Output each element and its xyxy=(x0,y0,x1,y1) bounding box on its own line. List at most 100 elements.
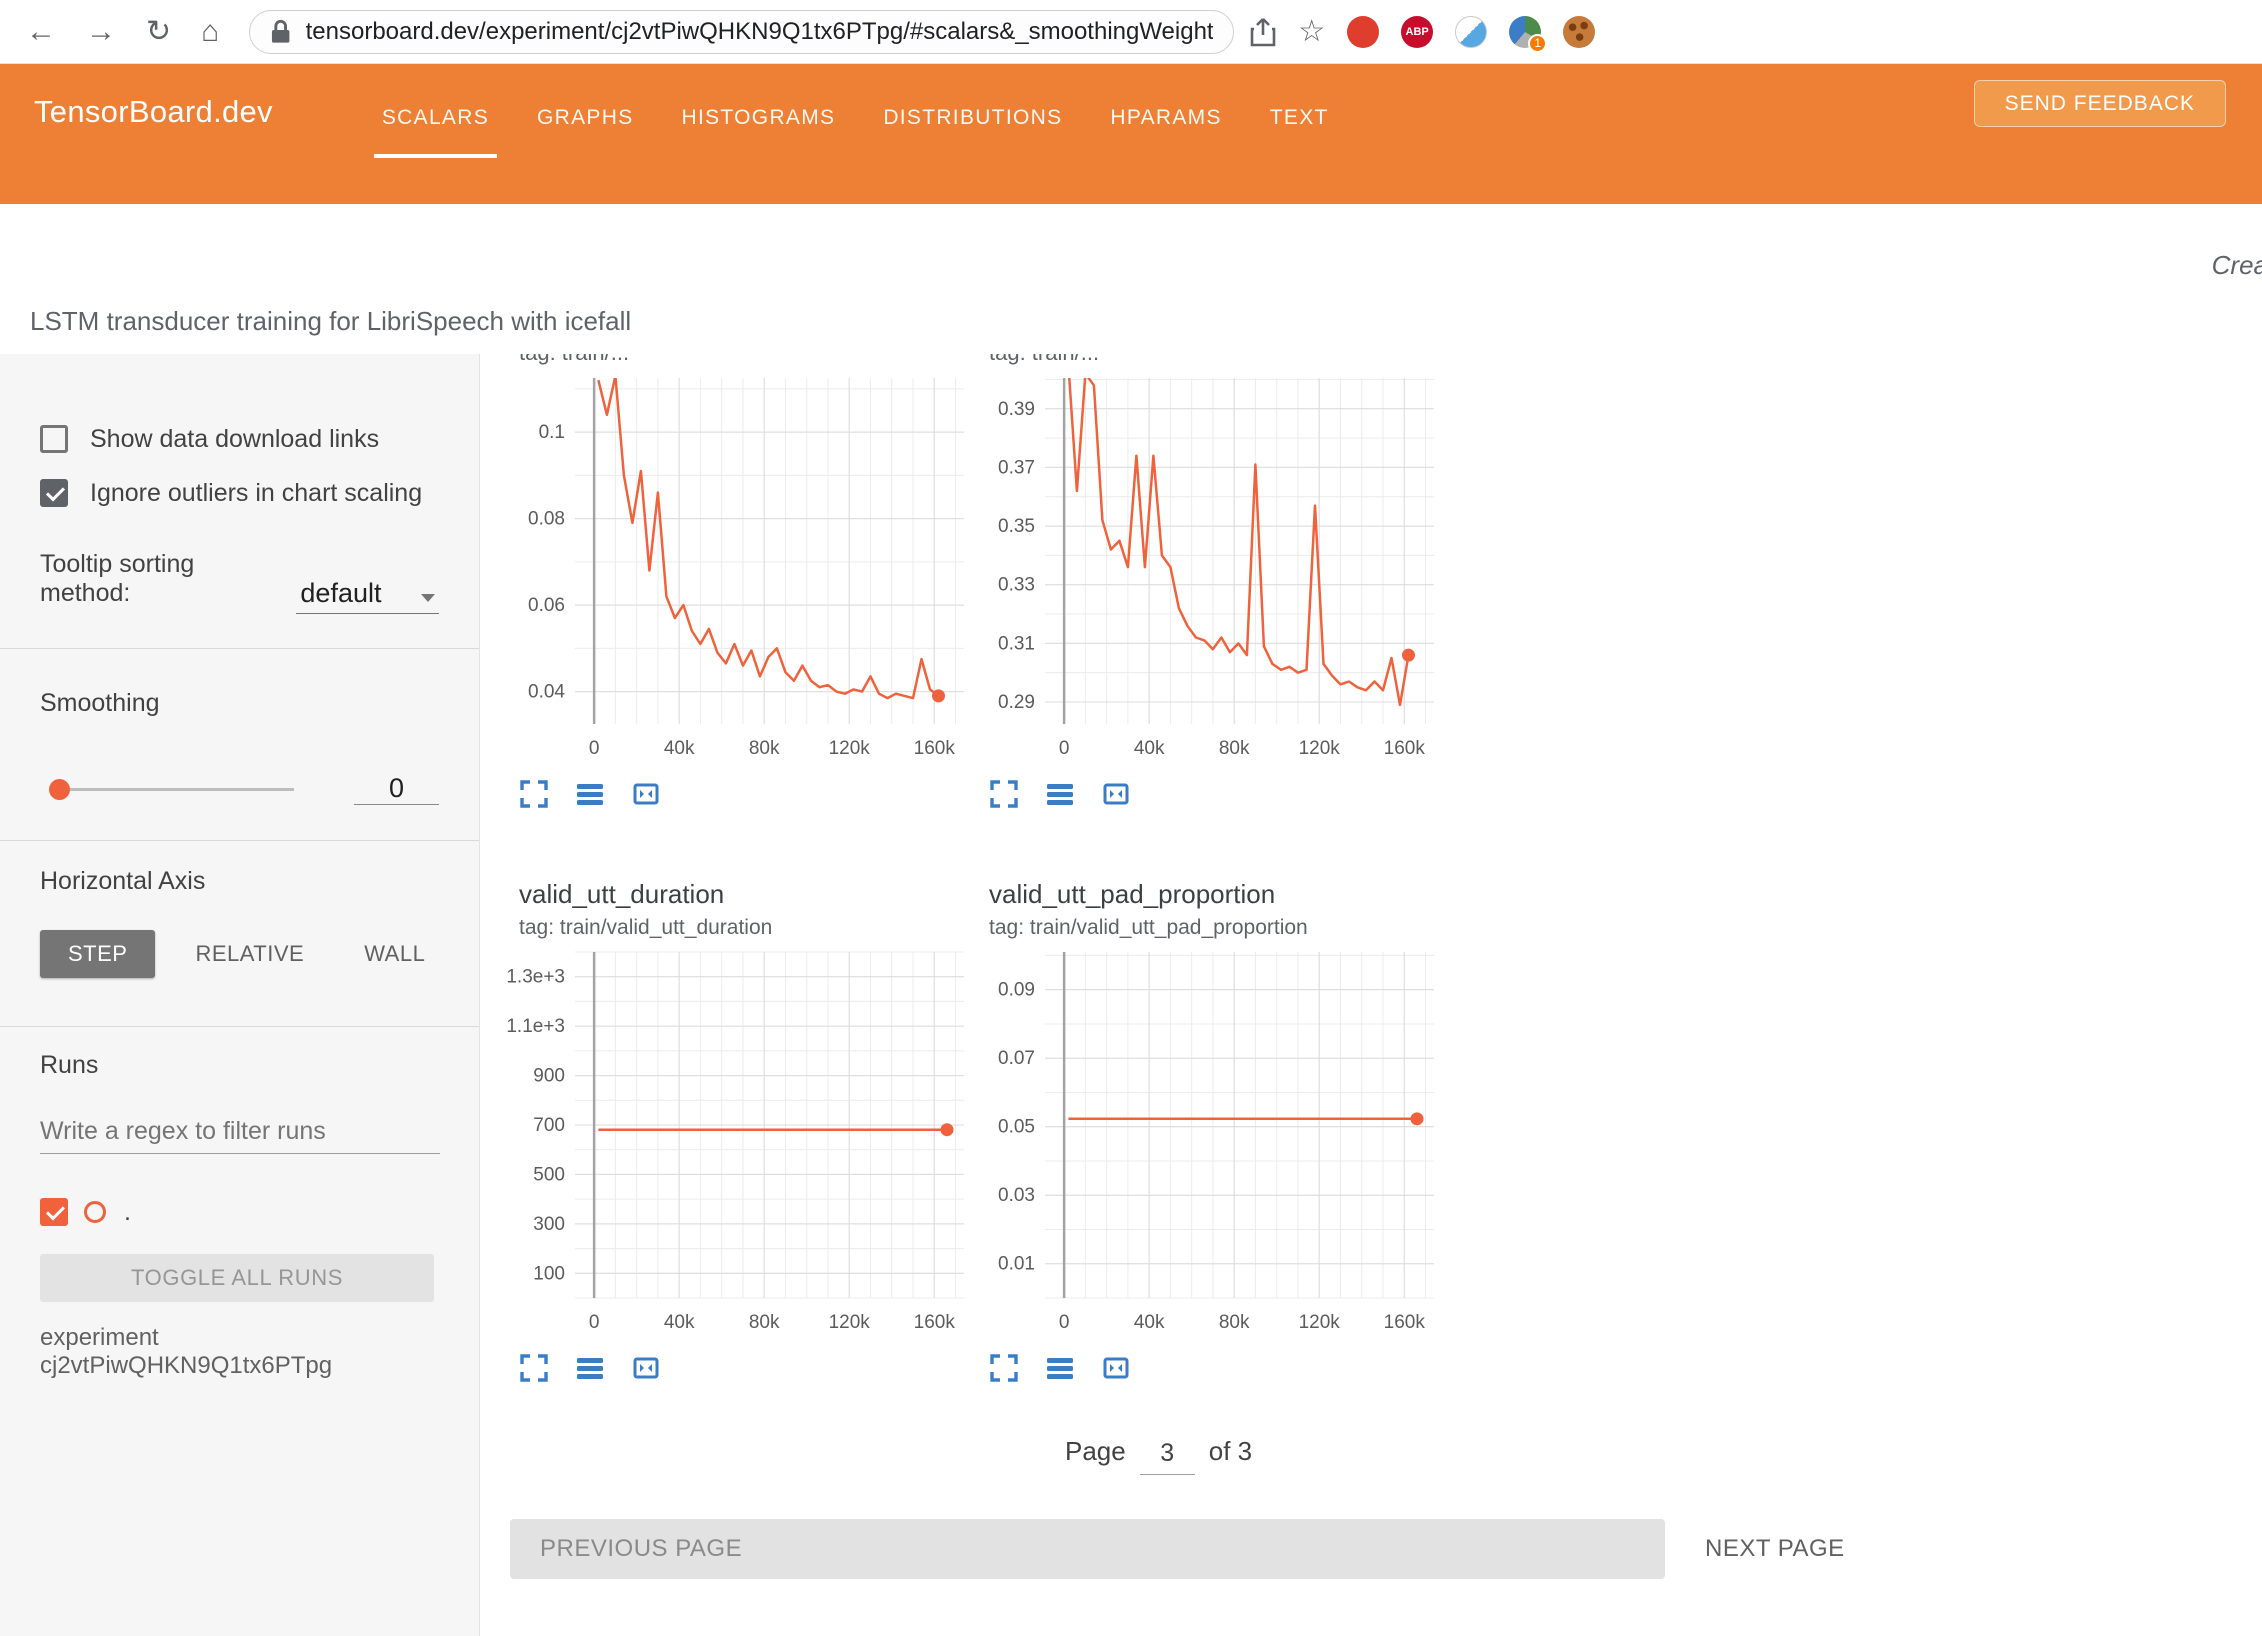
tab-graphs[interactable]: GRAPHS xyxy=(521,76,650,158)
chart-title: valid_utt_pad_proportion xyxy=(975,879,1440,910)
scalar-chart[interactable]: 040k80k120k160k0.040.060.080.1 xyxy=(505,372,970,767)
ignore-outliers-checkbox[interactable] xyxy=(40,479,68,507)
adblock-extension-icon[interactable] xyxy=(1347,16,1379,48)
smoothing-value-input[interactable] xyxy=(354,773,439,805)
pager-buttons: PREVIOUS PAGE NEXT PAGE xyxy=(505,1519,2262,1579)
ignore-outliers-row: Ignore outliers in chart scaling xyxy=(40,478,439,508)
scalar-chart[interactable]: 040k80k120k160k0.010.030.050.070.09 xyxy=(975,946,1440,1341)
svg-text:500: 500 xyxy=(533,1164,565,1185)
svg-text:0.04: 0.04 xyxy=(528,682,565,703)
svg-text:0.37: 0.37 xyxy=(998,457,1035,478)
fit-domain-icon[interactable] xyxy=(1101,779,1131,809)
app-header: TensorBoard.dev SCALARS GRAPHS HISTOGRAM… xyxy=(0,64,2262,204)
axis-relative-button[interactable]: RELATIVE xyxy=(175,941,324,967)
experiment-description: LSTM transducer training for LibriSpeech… xyxy=(30,306,631,337)
svg-text:0.05: 0.05 xyxy=(998,1117,1035,1138)
svg-text:40k: 40k xyxy=(664,738,695,759)
show-download-links-label: Show data download links xyxy=(90,425,379,454)
svg-text:120k: 120k xyxy=(1299,1312,1341,1333)
show-download-links-row: Show data download links xyxy=(40,424,439,454)
previous-page-button[interactable]: PREVIOUS PAGE xyxy=(510,1519,1665,1579)
tab-histograms[interactable]: HISTOGRAMS xyxy=(666,76,852,158)
axis-wall-button[interactable]: WALL xyxy=(344,941,445,967)
charts-grid: tag: train/... 0 40k 80k 120k 160k 0.04 0.06 0.… xyxy=(505,354,2262,1383)
fit-domain-icon[interactable] xyxy=(631,779,661,809)
svg-text:120k: 120k xyxy=(829,1312,871,1333)
runs-selector-icon[interactable] xyxy=(1045,779,1075,809)
svg-text:0: 0 xyxy=(589,738,600,759)
expand-chart-icon[interactable] xyxy=(989,1353,1019,1383)
svg-text:0.06: 0.06 xyxy=(528,595,565,616)
svg-text:0: 0 xyxy=(589,1312,600,1333)
back-icon[interactable]: ← xyxy=(26,17,56,47)
svg-text:0.31: 0.31 xyxy=(998,633,1035,654)
svg-text:0.33: 0.33 xyxy=(998,575,1035,596)
divider xyxy=(0,648,479,649)
browser-chrome: ← → ↻ ⌂ tensorboard.dev/experiment/cj2vt… xyxy=(0,0,2262,64)
chart-toolbar xyxy=(519,1353,970,1383)
svg-text:160k: 160k xyxy=(1384,1312,1426,1333)
profile-avatar[interactable]: 1 xyxy=(1509,16,1541,48)
toggle-all-runs-button[interactable]: TOGGLE ALL RUNS xyxy=(40,1254,434,1302)
svg-text:0.29: 0.29 xyxy=(998,692,1035,713)
share-icon[interactable] xyxy=(1250,17,1276,47)
runs-filter-input[interactable] xyxy=(40,1110,440,1154)
expand-chart-icon[interactable] xyxy=(519,779,549,809)
send-feedback-button[interactable]: SEND FEEDBACK xyxy=(1974,80,2226,127)
lock-icon xyxy=(270,19,291,45)
next-page-button[interactable]: NEXT PAGE xyxy=(1705,1535,1845,1563)
runs-selector-icon[interactable] xyxy=(575,779,605,809)
tab-text[interactable]: TEXT xyxy=(1254,76,1345,158)
expand-chart-icon[interactable] xyxy=(989,779,1019,809)
experiment-name: experiment cj2vtPiwQHKN9Q1tx6PTpg xyxy=(40,1324,439,1380)
run-name: . xyxy=(124,1198,131,1227)
clipped-chart-header: tag: train/... xyxy=(505,354,970,370)
fit-domain-icon[interactable] xyxy=(1101,1353,1131,1383)
fit-domain-icon[interactable] xyxy=(631,1353,661,1383)
chart-toolbar xyxy=(989,1353,1440,1383)
page-number-input[interactable] xyxy=(1140,1439,1195,1475)
svg-text:80k: 80k xyxy=(1219,1312,1250,1333)
tab-hparams[interactable]: HPARAMS xyxy=(1094,76,1237,158)
svg-text:1.3e+3: 1.3e+3 xyxy=(506,967,565,988)
scalar-chart[interactable]: 040k80k120k160k1003005007009001.1e+31.3e… xyxy=(505,946,970,1341)
tooltip-sorting-value: default xyxy=(300,578,381,609)
svg-text:160k: 160k xyxy=(914,738,956,759)
svg-text:40k: 40k xyxy=(664,1312,695,1333)
svg-text:0: 0 xyxy=(1059,738,1070,759)
show-download-links-checkbox[interactable] xyxy=(40,425,68,453)
forward-icon[interactable]: → xyxy=(86,17,116,47)
tab-distributions[interactable]: DISTRIBUTIONS xyxy=(867,76,1078,158)
home-icon[interactable]: ⌂ xyxy=(201,17,219,47)
svg-text:120k: 120k xyxy=(829,738,871,759)
chart-toolbar xyxy=(519,779,970,809)
bookmark-star-icon[interactable]: ☆ xyxy=(1298,14,1325,49)
cookie-extension-icon[interactable] xyxy=(1563,16,1595,48)
smoothing-slider-thumb[interactable] xyxy=(49,779,70,800)
url-bar[interactable]: tensorboard.dev/experiment/cj2vtPiwQHKN9… xyxy=(249,10,1234,54)
plugin-tabs: SCALARS GRAPHS HISTOGRAMS DISTRIBUTIONS … xyxy=(358,76,1353,158)
runs-selector-icon[interactable] xyxy=(575,1353,605,1383)
svg-text:0.35: 0.35 xyxy=(998,516,1035,537)
svg-text:80k: 80k xyxy=(749,738,780,759)
svg-text:0: 0 xyxy=(1059,1312,1070,1333)
tooltip-sorting-row: Tooltip sorting method: default xyxy=(40,568,439,614)
axis-step-button[interactable]: STEP xyxy=(40,930,155,978)
tooltip-sorting-dropdown[interactable]: default xyxy=(296,578,439,614)
chevron-down-icon xyxy=(421,594,435,602)
abp-extension-icon[interactable]: ABP xyxy=(1401,16,1433,48)
extension-icon[interactable] xyxy=(1455,16,1487,48)
divider xyxy=(0,1026,479,1027)
scalar-chart[interactable]: 040k80k120k160k0.290.310.330.350.370.39 xyxy=(975,372,1440,767)
refresh-icon[interactable]: ↻ xyxy=(146,17,171,47)
svg-text:160k: 160k xyxy=(1384,738,1426,759)
tab-scalars[interactable]: SCALARS xyxy=(366,76,505,158)
page-of-label: of 3 xyxy=(1209,1436,1252,1467)
avatar-badge: 1 xyxy=(1528,34,1547,53)
runs-selector-icon[interactable] xyxy=(1045,1353,1075,1383)
expand-chart-icon[interactable] xyxy=(519,1353,549,1383)
run-checkbox[interactable] xyxy=(40,1198,68,1226)
smoothing-slider[interactable] xyxy=(52,788,294,791)
svg-text:100: 100 xyxy=(533,1263,565,1284)
svg-text:0.07: 0.07 xyxy=(998,1048,1035,1069)
